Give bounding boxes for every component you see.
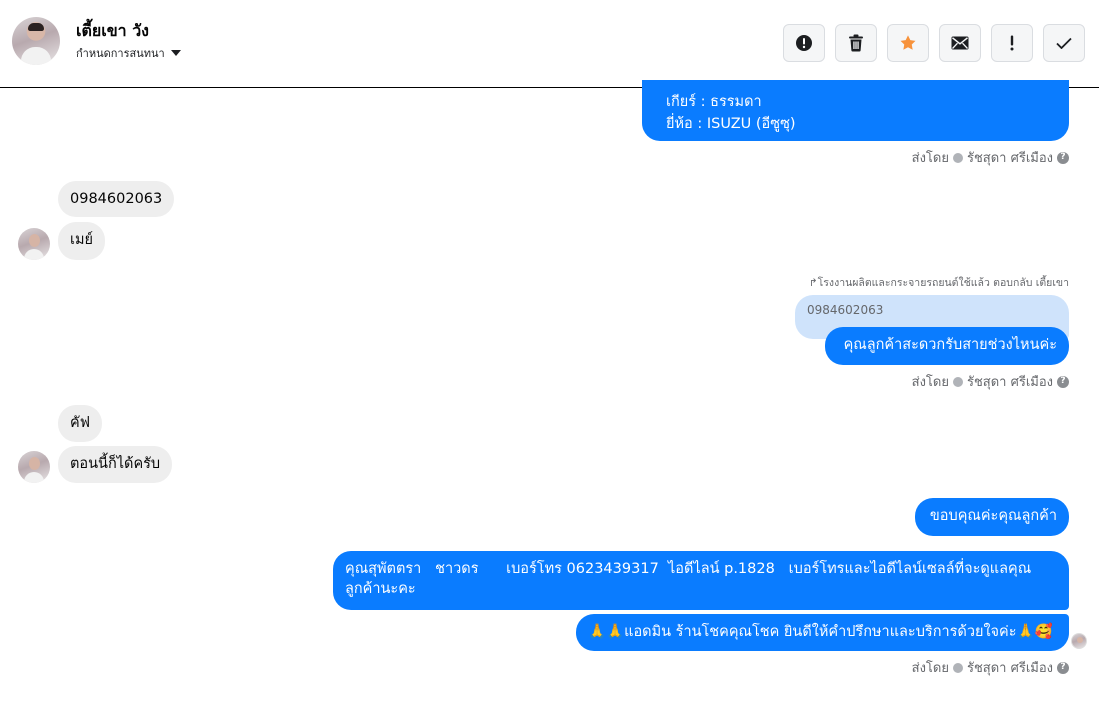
mark-done-button[interactable] bbox=[1043, 24, 1085, 62]
help-icon[interactable]: ? bbox=[1057, 661, 1069, 674]
star-button[interactable] bbox=[887, 24, 929, 62]
outgoing-message[interactable]: คุณลูกค้าสะดวกรับสายช่วงไหนค่ะ bbox=[825, 327, 1069, 365]
contact-avatar-small[interactable] bbox=[18, 228, 50, 260]
assign-conversation-dropdown[interactable]: กำหนดการสนทนา bbox=[76, 44, 181, 62]
contact-avatar-small[interactable] bbox=[18, 451, 50, 483]
sent-by-info: ส่งโดย รัชสุดา ศรีเมือง ? bbox=[912, 657, 1069, 678]
sent-by-prefix: ส่งโดย bbox=[911, 661, 949, 676]
follow-up-button[interactable] bbox=[991, 24, 1033, 62]
assign-conversation-label: กำหนดการสนทนา bbox=[76, 47, 165, 60]
delete-button[interactable] bbox=[835, 24, 877, 62]
sender-name[interactable]: รัชสุดา ศรีเมือง bbox=[967, 657, 1053, 678]
reply-arrow-icon: ↱ bbox=[808, 277, 818, 289]
sent-by-info: ส่งโดย รัชสุดา ศรีเมือง ? bbox=[912, 371, 1069, 392]
contact-avatar[interactable] bbox=[12, 17, 60, 65]
help-icon[interactable]: ? bbox=[1057, 375, 1069, 388]
reply-note-text: โรงงานผลิตและกระจายรถยนต์ใช้แล้ว ตอบกลับ… bbox=[817, 277, 1069, 289]
incoming-message[interactable]: เมย์ bbox=[58, 222, 106, 260]
outgoing-message[interactable]: เกียร์ : ธรรมดา ยี่ห้อ : ISUZU (อีซูซุ) bbox=[642, 80, 1069, 141]
alert-circle-icon bbox=[796, 35, 812, 51]
outgoing-message[interactable]: คุณสุพัตตรา ชาวดร เบอร์โทร 0623439317 ไอ… bbox=[333, 551, 1069, 610]
header-actions bbox=[783, 24, 1085, 62]
star-icon bbox=[900, 35, 916, 50]
conversation-header: เตี้ยเขา วัง กำหนดการสนทนา bbox=[0, 0, 1099, 88]
sent-by-prefix: ส่งโดย bbox=[911, 151, 949, 166]
incoming-message[interactable]: 0984602063 bbox=[58, 181, 175, 217]
sender-check-icon bbox=[952, 662, 963, 673]
seen-by-avatar bbox=[1071, 633, 1087, 649]
sender-name[interactable]: รัชสุดา ศรีเมือง bbox=[967, 371, 1053, 392]
envelope-icon bbox=[951, 36, 969, 50]
spam-button[interactable] bbox=[783, 24, 825, 62]
sender-check-icon bbox=[952, 376, 963, 387]
contact-name[interactable]: เตี้ยเขา วัง bbox=[76, 19, 149, 44]
incoming-message[interactable]: คัฟ bbox=[58, 405, 102, 442]
message-line: เกียร์ : ธรรมดา bbox=[666, 94, 762, 110]
incoming-message[interactable]: ตอนนี้ก็ได้ครับ bbox=[58, 446, 173, 483]
sent-by-info: ส่งโดย รัชสุดา ศรีเมือง ? bbox=[912, 147, 1069, 168]
trash-icon bbox=[849, 34, 863, 52]
exclamation-icon bbox=[1010, 35, 1014, 51]
mark-unread-button[interactable] bbox=[939, 24, 981, 62]
message-line: ยี่ห้อ : ISUZU (อีซูซุ) bbox=[666, 116, 796, 132]
check-icon bbox=[1056, 37, 1072, 49]
sender-name[interactable]: รัชสุดา ศรีเมือง bbox=[967, 147, 1053, 168]
help-icon[interactable]: ? bbox=[1057, 151, 1069, 164]
sender-check-icon bbox=[952, 152, 963, 163]
sent-by-prefix: ส่งโดย bbox=[911, 375, 949, 390]
outgoing-message[interactable]: 🙏🙏แอดมิน ร้านโชคคุณโชค ยินดีให้คำปรึกษาแ… bbox=[576, 614, 1069, 651]
reply-note: ↱โรงงานผลิตและกระจายรถยนต์ใช้แล้ว ตอบกลั… bbox=[809, 274, 1069, 291]
caret-down-icon bbox=[170, 50, 181, 56]
outgoing-message[interactable]: ขอบคุณค่ะคุณลูกค้า bbox=[915, 498, 1069, 536]
